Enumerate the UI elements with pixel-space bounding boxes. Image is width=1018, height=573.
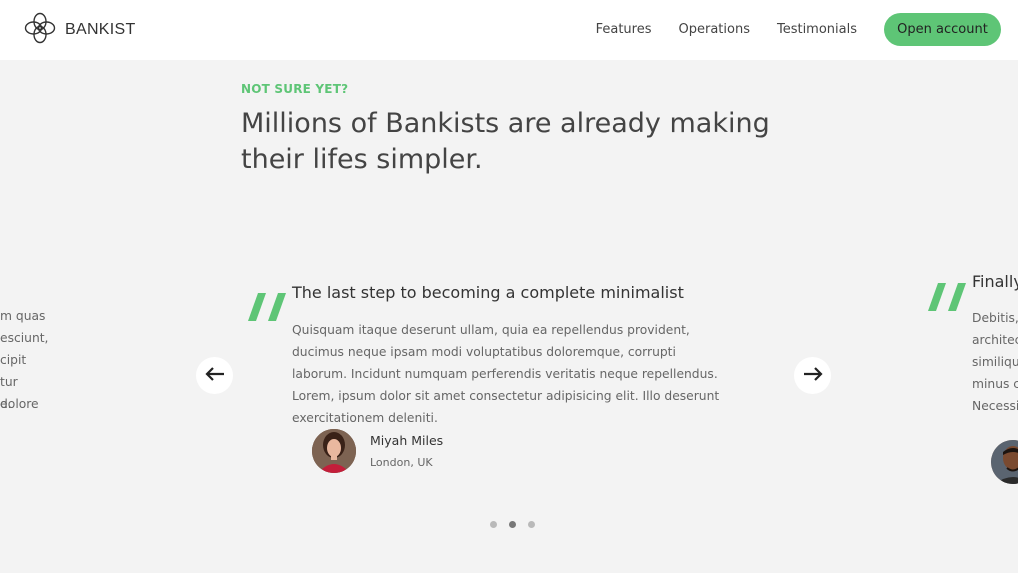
slider-next-button[interactable]	[794, 357, 831, 394]
testimonial-slide-current: The last step to becoming a complete min…	[248, 245, 728, 485]
author-info: Miyah Miles London, UK	[370, 433, 443, 469]
next-text-line: architec	[972, 333, 1018, 347]
top-nav: BANKIST Features Operations Testimonials…	[0, 0, 1018, 60]
testimonial-next-heading: Finally	[972, 272, 1018, 291]
prev-text-line: e.	[0, 397, 12, 411]
arrow-right-icon	[803, 366, 823, 385]
author-location: London, UK	[370, 456, 433, 469]
carousel-dot-active[interactable]	[509, 521, 516, 528]
next-text-line: Necessit	[972, 399, 1018, 413]
logo-text: BANKIST	[65, 21, 136, 38]
prev-text-line: esciunt,	[0, 331, 49, 345]
section-title: Millions of Bankists are already making …	[241, 108, 770, 175]
testimonial-slide-next: Finally Debitis, r architec similique mi…	[928, 245, 1018, 485]
open-account-button[interactable]: Open account	[884, 13, 1001, 46]
avatar	[312, 429, 356, 473]
testimonial-heading: The last step to becoming a complete min…	[292, 283, 684, 302]
next-text-line: similique	[972, 355, 1018, 369]
arrow-left-icon	[204, 366, 225, 385]
avatar	[991, 440, 1018, 484]
bankist-logo-icon	[24, 12, 56, 48]
slider-prev-button[interactable]	[196, 357, 233, 394]
logo[interactable]: BANKIST	[24, 12, 136, 48]
next-text-line: Debitis, r	[972, 311, 1018, 325]
testimonial-text: Quisquam itaque deserunt ullam, quia ea …	[292, 323, 720, 425]
prev-text-line: m quas	[0, 309, 46, 323]
section-subtitle: NOT SURE YET?	[241, 82, 349, 96]
carousel-dot[interactable]	[490, 521, 497, 528]
prev-text-line: cipit	[0, 353, 27, 367]
nav-link-testimonials[interactable]: Testimonials	[777, 22, 857, 37]
quote-mark-icon	[248, 245, 288, 325]
quote-mark-icon	[928, 235, 968, 315]
nav-link-features[interactable]: Features	[596, 22, 652, 37]
author-name: Miyah Miles	[370, 433, 444, 448]
testimonial-next-text: Debitis, r architec similique minus c Ne…	[972, 307, 1018, 417]
testimonial-author: Miyah Miles London, UK	[312, 429, 443, 473]
carousel-dot[interactable]	[528, 521, 535, 528]
nav-link-operations[interactable]: Operations	[679, 22, 750, 37]
next-text-line: minus c	[972, 377, 1018, 391]
carousel-dots	[490, 521, 535, 528]
testimonial-slide-prev: m quas esciunt, cipit tur dolore e.	[0, 245, 48, 485]
nav-links: Features Operations Testimonials Open ac…	[596, 13, 1001, 46]
